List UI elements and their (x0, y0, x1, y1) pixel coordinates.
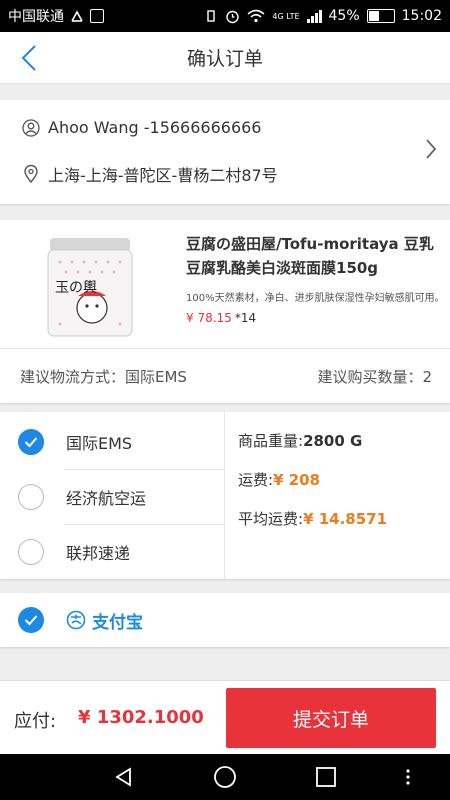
more-vertical-icon[interactable] (404, 765, 412, 789)
weight-value: 2800 G (303, 432, 363, 450)
network-type: 4G LTE (272, 11, 300, 21)
shipping-option-label: 联邦速递 (66, 544, 131, 563)
radio-checked-icon[interactable] (18, 429, 44, 455)
product-weight: 商品重量:2800 G (238, 430, 362, 451)
user-icon (22, 118, 40, 137)
clock: 15:02 (401, 8, 442, 24)
alipay-icon (66, 610, 86, 630)
header: 确认订单 (0, 32, 450, 84)
shipping-option-label: 经济航空运 (66, 489, 147, 508)
checkout-bar: 应付: ¥ 1302.1000 提交订单 (0, 680, 450, 754)
signal-icon (306, 9, 322, 23)
suggested-quantity: 建议购买数量：2 (317, 368, 432, 386)
status-bar: 中国联通 4G LTE 45% 15:02 (0, 0, 450, 32)
radio-unchecked-icon[interactable] (18, 484, 44, 510)
location-text: 上海-上海-普陀区-曹杨二村87号 (48, 166, 278, 185)
contact-row: Ahoo Wang -15666666666 (22, 118, 261, 137)
fee-value: ¥ 208 (273, 471, 321, 489)
amount-due-value: ¥ 1302.1000 (78, 707, 204, 728)
payment-card[interactable]: 支付宝 (0, 593, 450, 647)
shipping-fee: 运费:¥ 208 (238, 469, 320, 490)
suggested-shipping: 建议物流方式：国际EMS (20, 368, 187, 386)
page-title: 确认订单 (186, 48, 263, 70)
shipping-option-ems[interactable]: 国际EMS (0, 415, 224, 469)
divider (0, 348, 450, 349)
product-quantity: *14 (234, 311, 257, 325)
location-pin-icon (24, 164, 38, 184)
avg-value: ¥ 14.8571 (303, 510, 388, 528)
product-description: 100%天然素材，净白、进步肌肤保湿性孕妇敏感肌可用。 (186, 293, 445, 304)
chevron-right-icon (426, 139, 437, 159)
carrier-label: 中国联通 (8, 9, 64, 25)
shipping-option-fedex[interactable]: 联邦速递 (0, 525, 224, 579)
product-name[interactable]: 豆腐の盛田屋/Tofu-moritaya 豆乳豆腐乳酪美白淡斑面膜150g (186, 232, 442, 280)
back-triangle-icon[interactable] (112, 765, 136, 789)
gallery-icon (90, 9, 104, 23)
amount-due-label: 应付: (14, 711, 57, 732)
radio-checked-icon[interactable] (18, 607, 44, 633)
shipping-card: 国际EMS 经济航空运 联邦速递 商品重量:2800 G 运费:¥ 208 平均… (0, 412, 450, 579)
weight-label: 商品重量: (238, 432, 304, 450)
avg-label: 平均运费: (238, 510, 304, 528)
payment-method-label: 支付宝 (92, 612, 143, 633)
product-card: 玉の輿 豆腐の盛田屋/Tofu-moritaya 豆乳豆腐乳酪美白淡斑面膜150… (0, 220, 450, 403)
product-image-logo: 玉の輿 (55, 280, 97, 296)
shipping-option-air[interactable]: 经济航空运 (0, 470, 224, 524)
location-row: 上海-上海-普陀区-曹杨二村87号 (22, 162, 278, 186)
system-nav-bar (0, 754, 450, 800)
battery-fill (368, 11, 380, 21)
alarm-icon (226, 10, 240, 23)
vibrate-icon (207, 10, 216, 22)
submit-order-button[interactable]: 提交订单 (226, 688, 436, 748)
product-price-row: ¥ 78.15 *14 (186, 311, 256, 325)
usb-icon (71, 10, 83, 22)
radio-unchecked-icon[interactable] (18, 539, 44, 565)
battery-percent: 45% (328, 8, 360, 24)
product-price: ¥ 78.15 (186, 311, 232, 325)
product-image[interactable]: 玉の輿 (40, 232, 140, 340)
fee-label: 运费: (238, 471, 274, 489)
divider (224, 412, 225, 579)
shipping-option-label: 国际EMS (66, 434, 133, 453)
back-arrow-icon[interactable] (14, 42, 46, 74)
recents-square-icon[interactable] (314, 765, 338, 789)
contact-text: Ahoo Wang -15666666666 (48, 118, 262, 137)
battery-icon (366, 9, 395, 23)
wifi-icon (247, 9, 265, 23)
average-shipping-fee: 平均运费:¥ 14.8571 (238, 508, 387, 529)
home-circle-icon[interactable] (213, 765, 237, 789)
address-card[interactable]: Ahoo Wang -15666666666 上海-上海-普陀区-曹杨二村87号 (0, 100, 450, 204)
